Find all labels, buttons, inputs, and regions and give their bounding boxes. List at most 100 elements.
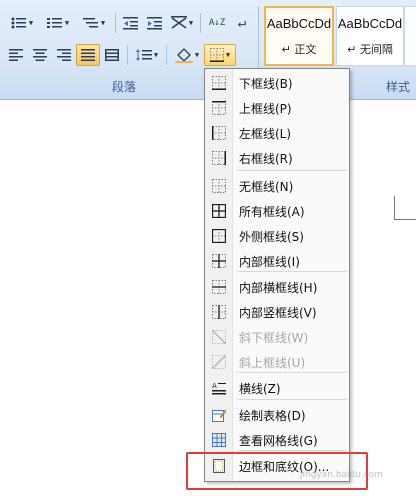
border-right-icon [205, 151, 233, 165]
increase-indent-button[interactable] [143, 12, 167, 34]
menu-item-label: 内部框线(I) [239, 254, 300, 269]
diagonal-up-border-icon [205, 355, 233, 369]
menu-separator [237, 271, 347, 272]
bullets-icon [11, 17, 26, 29]
menu-item-label: 外侧框线(S) [239, 229, 304, 244]
menu-item-horizontal-line[interactable]: A 横线(Z) [205, 376, 349, 400]
ribbon-separator [200, 13, 201, 33]
show-marks-button[interactable]: ↵ [230, 12, 254, 34]
border-left-icon [205, 126, 233, 140]
menu-item-label: 左框线(L) [239, 126, 292, 141]
menu-item-label: 内部横框线(H) [239, 280, 318, 295]
line-spacing-icon [135, 49, 152, 61]
distributed-icon [105, 49, 119, 61]
border-inside-horizontal-icon [205, 280, 233, 294]
menu-item-border-left[interactable]: 左框线(L) [205, 121, 349, 145]
menu-item-border-inside-horizontal[interactable]: 内部横框线(H) [205, 275, 349, 299]
menu-item-label: 所有框线(A) [239, 204, 305, 219]
style-no-spacing-name: ↵ 无间隔 [347, 42, 393, 56]
decrease-indent-button[interactable] [119, 12, 143, 34]
style-no-spacing[interactable]: AaBbCcDd ↵ 无间隔 [336, 6, 404, 66]
style-no-spacing-sample: AaBbCcDd [337, 15, 403, 31]
menu-separator [237, 372, 347, 373]
paragraph-group-label: 段落 [112, 80, 137, 94]
svg-text:A: A [212, 382, 217, 390]
ribbon-separator [115, 13, 116, 33]
menu-item-border-all[interactable]: 所有框线(A) [205, 199, 349, 223]
justify-icon [81, 49, 95, 61]
distributed-button[interactable] [100, 44, 124, 66]
border-bottom-icon [209, 48, 224, 62]
paragraph-marks-icon: ↵ [237, 15, 247, 31]
menu-item-label: 绘制表格(D) [239, 408, 306, 423]
styles-group-label: 样式 [386, 80, 411, 94]
menu-item-border-inside-vertical[interactable]: 内部竖框线(V) [205, 300, 349, 324]
menu-item-label: 斜下框线(W) [239, 330, 309, 345]
border-none-icon [205, 179, 233, 193]
document-page-corner [394, 196, 416, 220]
increase-indent-icon [147, 17, 162, 30]
menu-item-label: 下框线(B) [239, 76, 293, 91]
menu-item-label: 无框线(N) [239, 179, 294, 194]
borders-dropdown-menu: 下框线(B) 上框线(P) 左框线(L) 右框线(R) 无框线(N) 所有框线(A) 外侧框… [204, 68, 350, 482]
menu-item-diagonal-up-border: 斜上框线(U) [205, 350, 349, 374]
multilevel-list-icon [82, 18, 98, 28]
draw-table-icon [205, 408, 233, 422]
horizontal-line-icon: A [205, 381, 233, 395]
numbering-icon [46, 18, 62, 28]
style-normal-name: ↵ 正文 [281, 42, 317, 56]
sort-button[interactable]: A↓Z [204, 12, 230, 34]
menu-separator [237, 170, 347, 171]
decrease-indent-icon [123, 17, 138, 30]
align-center-button[interactable] [28, 44, 52, 66]
border-top-icon [205, 101, 233, 115]
border-bottom-icon [205, 76, 233, 90]
watermark: jingyan.baidu.com [300, 470, 384, 480]
menu-item-label: 内部竖框线(V) [239, 305, 317, 320]
menu-item-label: 横线(Z) [239, 381, 281, 396]
ribbon-separator [166, 45, 167, 65]
border-inside-icon [205, 254, 233, 268]
menu-item-border-none[interactable]: 无框线(N) [205, 174, 349, 198]
line-spacing-button[interactable]: ▼ [131, 44, 163, 66]
align-right-icon [57, 49, 71, 61]
menu-item-border-bottom[interactable]: 下框线(B) [205, 71, 349, 95]
menu-item-label: 斜上框线(U) [239, 355, 306, 370]
asian-layout-button[interactable]: ▼ [167, 12, 197, 34]
diagonal-down-border-icon [205, 330, 233, 344]
shading-button[interactable]: ▼ [170, 44, 204, 66]
numbering-button[interactable]: ▼ [40, 12, 76, 34]
menu-item-border-outside[interactable]: 外侧框线(S) [205, 224, 349, 248]
menu-item-border-top[interactable]: 上框线(P) [205, 96, 349, 120]
view-gridlines-icon [205, 433, 233, 447]
menu-item-diagonal-down-border: 斜下框线(W) [205, 325, 349, 349]
asian-layout-icon [170, 16, 187, 29]
style-normal[interactable]: AaBbCcDd ↵ 正文 [264, 6, 334, 66]
justify-button[interactable] [76, 44, 100, 66]
menu-separator [237, 450, 347, 451]
menu-item-border-right[interactable]: 右框线(R) [205, 146, 349, 170]
align-right-button[interactable] [52, 44, 76, 66]
style-normal-sample: AaBbCcDd [266, 15, 332, 31]
menu-item-label: 上框线(P) [239, 101, 292, 116]
paint-bucket-icon [174, 48, 193, 63]
align-left-button[interactable] [4, 44, 28, 66]
menu-item-border-inside[interactable]: 内部框线(I) [205, 249, 349, 273]
menu-item-view-gridlines[interactable]: 查看网格线(G) [205, 428, 349, 452]
borders-button[interactable]: ▼ [204, 44, 236, 66]
style-heading-partial[interactable] [404, 6, 416, 66]
ribbon-separator [127, 45, 128, 65]
align-left-icon [9, 49, 23, 61]
menu-separator [237, 399, 347, 400]
bullets-button[interactable]: ▼ [4, 12, 40, 34]
border-outside-icon [205, 229, 233, 243]
multilevel-list-button[interactable]: ▼ [76, 12, 112, 34]
menu-item-label: 右框线(R) [239, 151, 293, 166]
border-all-icon [205, 204, 233, 218]
menu-item-draw-table[interactable]: 绘制表格(D) [205, 403, 349, 427]
align-center-icon [33, 49, 47, 61]
sort-icon: A↓Z [208, 18, 226, 28]
border-inside-vertical-icon [205, 305, 233, 319]
ribbon-row-2: ▼ ▼ ▼ [4, 44, 236, 66]
ribbon-row-1: ▼ ▼ ▼ ▼ A↓Z ↵ [4, 12, 254, 34]
